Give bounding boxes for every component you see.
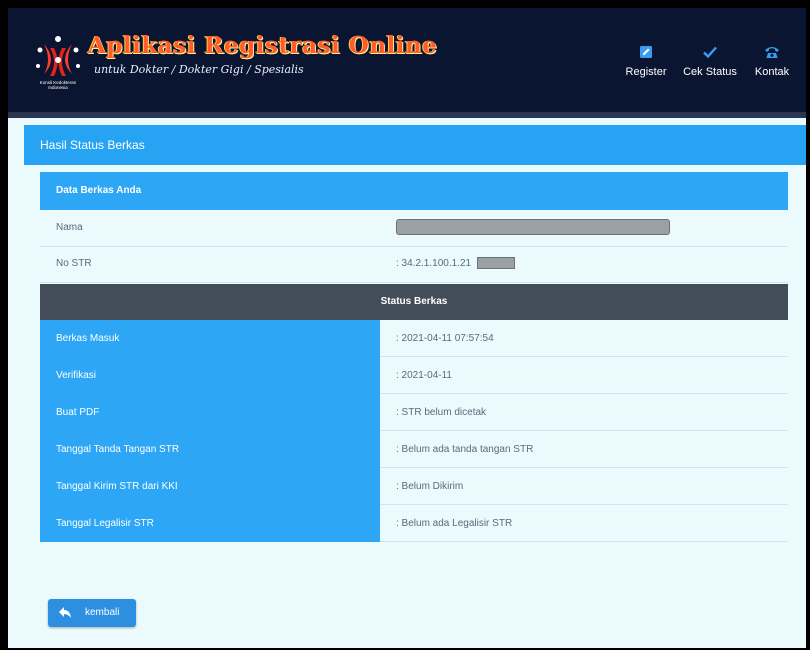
app-title: Aplikasi Registrasi Online [88, 32, 438, 59]
info-label: Nama [56, 222, 83, 233]
edit-icon [640, 46, 652, 58]
nav-cek-status[interactable]: Cek Status [681, 44, 739, 78]
nav-kontak-label: Kontak [754, 66, 790, 78]
status-row: Tanggal Kirim STR dari KKI : Belum Dikir… [40, 468, 788, 505]
header: Konsil Kedokteran Indonesia Aplikasi Reg… [8, 8, 806, 116]
status-label: Berkas Masuk [40, 320, 380, 357]
redaction-box [396, 219, 670, 236]
status-value: : Belum ada Legalisir STR [380, 505, 788, 542]
status-value: : 2021-04-11 07:57:54 [380, 320, 788, 357]
phone-icon [765, 47, 779, 58]
status-row: Tanggal Tanda Tangan STR : Belum ada tan… [40, 431, 788, 468]
status-value: : Belum Dikirim [380, 468, 788, 505]
nav-cek-status-label: Cek Status [683, 66, 737, 78]
status-berkas-heading: Status Berkas [40, 284, 788, 320]
data-berkas-heading: Data Berkas Anda [40, 172, 788, 210]
status-value: : 2021-04-11 [380, 357, 788, 394]
app-subtitle: untuk Dokter / Dokter Gigi / Spesialis [94, 63, 304, 76]
status-row: Berkas Masuk : 2021-04-11 07:57:54 [40, 320, 788, 357]
info-value-no-str: : 34.2.1.100.1.21 [396, 246, 515, 282]
info-row-nama: Nama [40, 210, 788, 247]
nav-kontak[interactable]: Kontak [752, 44, 792, 78]
check-icon [703, 46, 717, 59]
nav-register[interactable]: Register [621, 44, 671, 78]
status-label: Tanggal Tanda Tangan STR [40, 431, 380, 468]
info-value-redacted [396, 210, 670, 246]
panel-heading: Hasil Status Berkas [24, 125, 806, 165]
reply-arrow-icon [59, 607, 71, 618]
info-label: No STR [56, 258, 92, 269]
status-row: Tanggal Legalisir STR : Belum ada Legali… [40, 505, 788, 542]
info-row-no-str: No STR : 34.2.1.100.1.21 [40, 246, 788, 283]
status-label: Buat PDF [40, 394, 380, 431]
back-button-label: kembali [85, 607, 120, 618]
kki-logo-icon: Konsil Kedokteran Indonesia [36, 36, 80, 90]
nav-register-label: Register [625, 66, 667, 78]
status-row: Buat PDF : STR belum dicetak [40, 394, 788, 431]
status-row: Verifikasi : 2021-04-11 [40, 357, 788, 394]
app-window: Konsil Kedokteran Indonesia Aplikasi Reg… [8, 8, 806, 648]
status-label: Tanggal Kirim STR dari KKI [40, 468, 380, 505]
status-label: Tanggal Legalisir STR [40, 505, 380, 542]
status-value: : STR belum dicetak [380, 394, 788, 431]
status-value: : Belum ada tanda tangan STR [380, 431, 788, 468]
redaction-box [476, 257, 515, 270]
logo-text-line2: Indonesia [48, 85, 68, 90]
back-button[interactable]: kembali [48, 599, 136, 627]
info-value: : 34.2.1.100.1.21 [396, 258, 472, 269]
status-label: Verifikasi [40, 357, 380, 394]
